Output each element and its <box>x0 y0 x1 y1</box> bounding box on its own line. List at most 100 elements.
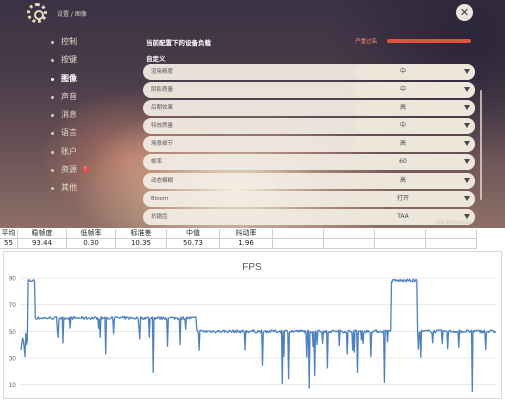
stats-header-cell: 稳帧度 <box>17 229 67 239</box>
sidebar-item-other[interactable]: 其他 <box>51 179 121 197</box>
sidebar-item-resources[interactable]: 资源 ! <box>51 161 121 179</box>
setting-label: 特效质量 <box>151 123 174 130</box>
bullet-icon <box>51 41 54 44</box>
setting-dropdown[interactable]: 打开 <box>354 190 475 207</box>
stats-header-row: 平均 稳帧度 低帧率 标准差 中值 抖动率 <box>0 229 477 239</box>
y-tick-label: 10 <box>9 383 16 389</box>
setting-label: 抗锯齿 <box>151 213 168 220</box>
setting-row-bloom: Bloom 打开 <box>143 190 475 207</box>
setting-label: 场景细节 <box>151 141 174 148</box>
chevron-down-icon <box>464 159 470 165</box>
chevron-down-icon <box>464 177 470 183</box>
stats-header-cell: 中值 <box>166 229 220 239</box>
stats-empty-cell <box>323 229 375 239</box>
sidebar-item-label: 其他 <box>61 183 77 193</box>
stats-empty-cell <box>425 238 477 249</box>
close-button[interactable]: ✕ <box>456 4 473 21</box>
setting-row-motion-blur: 动态模糊 高 <box>143 172 475 189</box>
y-tick-label: 30 <box>9 357 16 363</box>
y-tick-label: 70 <box>9 303 16 309</box>
breadcrumb: 设置 / 图像 <box>57 11 87 18</box>
dropdown-value: 高 <box>399 140 406 148</box>
settings-scrollbar[interactable] <box>480 90 482 200</box>
setting-dropdown[interactable]: 中 <box>354 64 475 80</box>
stats-header-cell: 平均 <box>0 229 18 239</box>
setting-row-scene-detail: 场景细节 高 <box>143 136 475 153</box>
chevron-down-icon <box>464 87 470 93</box>
bullet-icon <box>51 150 54 154</box>
bullet-icon <box>51 59 54 63</box>
y-tick-label: 50 <box>9 330 16 336</box>
stats-header-cell: 标准差 <box>115 229 167 239</box>
setting-row-effects-quality: 特效质量 中 <box>143 118 475 135</box>
chevron-down-icon <box>464 123 470 129</box>
sidebar-item-label: 图像 <box>61 73 77 83</box>
dropdown-value: 高 <box>399 176 406 184</box>
stats-empty-cell <box>374 229 426 239</box>
setting-row-render-resolution: 渲染精度 中 <box>143 64 475 80</box>
sidebar-item-messages[interactable]: 消息 <box>51 106 121 124</box>
setting-dropdown[interactable]: 60 <box>354 154 475 171</box>
sidebar-item-language[interactable]: 语言 <box>51 124 121 142</box>
stats-value-cell: 10.35 <box>115 238 167 249</box>
bullet-icon <box>51 132 54 136</box>
stats-empty-cell <box>374 238 426 249</box>
chevron-down-icon <box>464 213 470 219</box>
setting-label: 后期效果 <box>151 105 174 112</box>
sidebar-item-label: 消息 <box>61 110 77 120</box>
bullet-icon <box>51 95 54 99</box>
stats-value-cell: 1.96 <box>219 238 273 249</box>
stats-value-cell: 93.44 <box>17 238 67 249</box>
fps-series-line <box>20 278 497 393</box>
setting-dropdown[interactable]: 高 <box>354 136 475 153</box>
device-load-title: 当前配置下的设备负载 <box>146 39 211 47</box>
stats-empty-cell <box>272 238 324 249</box>
fps-stats-table: 平均 稳帧度 低帧率 标准差 中值 抖动率 55 93.44 0.30 10.3… <box>0 229 505 249</box>
stats-empty-cell <box>272 229 324 239</box>
dropdown-value: 中 <box>399 68 406 75</box>
sidebar-item-label: 声音 <box>61 91 77 101</box>
setting-dropdown[interactable]: 中 <box>354 118 475 135</box>
setting-label: 动态模糊 <box>151 177 174 184</box>
setting-label: 渲染精度 <box>151 69 174 75</box>
setting-dropdown[interactable]: 中 <box>354 82 475 99</box>
fps-chart: FPS 90 70 50 30 10 <box>3 251 502 399</box>
sidebar-item-account[interactable]: 账户 <box>51 143 121 161</box>
sidebar-item-label: 资源 <box>61 165 77 175</box>
settings-sidebar: 控制 按键 图像 声音 消息 语言 账户 资源 ! 其他 <box>51 33 121 198</box>
bullet-icon <box>51 169 54 173</box>
bullet-icon <box>51 77 54 81</box>
setting-row-post-processing: 后期效果 高 <box>143 100 475 117</box>
setting-dropdown[interactable]: 高 <box>354 100 475 117</box>
stats-value-row: 55 93.44 0.30 10.35 50.73 1.96 <box>0 238 477 249</box>
chart-title: FPS <box>242 262 262 273</box>
chevron-down-icon <box>464 105 470 111</box>
gear-icon <box>27 3 47 23</box>
setting-row-frame-rate: 帧率 60 <box>143 154 475 171</box>
stats-header-cell: 低帧率 <box>66 229 116 239</box>
stats-value-cell: 50.73 <box>166 238 220 249</box>
setting-row-anti-aliasing: 抗锯齿 TAA <box>143 208 475 225</box>
sidebar-item-audio[interactable]: 声音 <box>51 88 121 106</box>
setting-label: Bloom <box>151 195 169 202</box>
alert-badge: ! <box>81 166 89 174</box>
stats-header-cell: 抖动率 <box>219 229 273 239</box>
uid-label: UID:509962644 <box>436 221 472 226</box>
setting-label: 帧率 <box>151 159 163 166</box>
sidebar-item-label: 按键 <box>61 55 77 65</box>
sidebar-item-controls[interactable]: 控制 <box>51 33 121 51</box>
preset-label: 自定义 <box>146 55 166 63</box>
y-tick-label: 90 <box>9 277 16 283</box>
sidebar-item-graphics[interactable]: 图像 <box>51 70 121 88</box>
bullet-icon <box>51 114 54 118</box>
game-settings-screen: 设置 / 图像 ✕ 控制 按键 图像 声音 消息 语言 账户 资源 ! 其他 当… <box>0 0 505 228</box>
device-load-status: 严重过高 <box>355 39 378 45</box>
dropdown-value: 中 <box>399 122 406 130</box>
sidebar-item-label: 账户 <box>61 146 77 156</box>
setting-dropdown[interactable]: 高 <box>354 172 475 189</box>
sidebar-item-keybinds[interactable]: 按键 <box>51 51 121 69</box>
stats-empty-cell <box>425 229 477 239</box>
chevron-down-icon <box>464 195 470 201</box>
chevron-down-icon <box>464 141 470 147</box>
dropdown-value: 打开 <box>396 194 409 202</box>
